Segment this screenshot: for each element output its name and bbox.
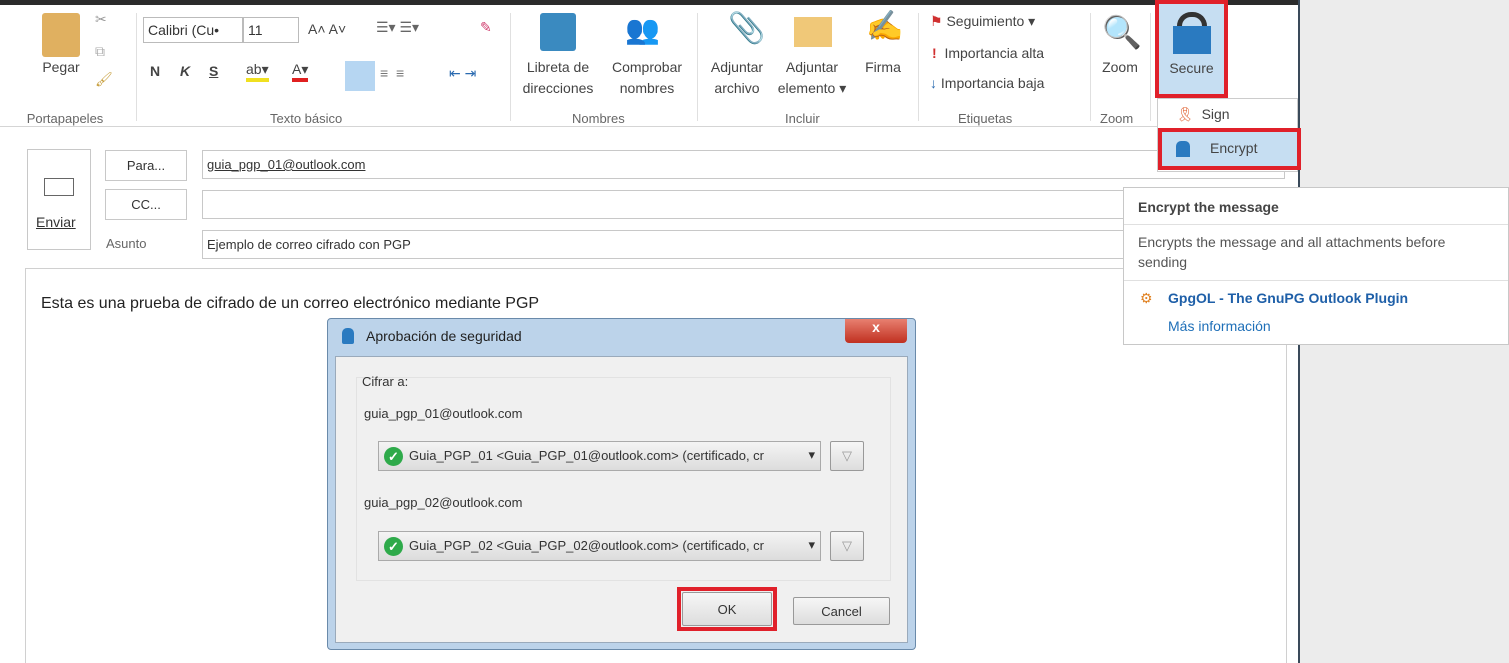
menu-item-sign[interactable]: 🎗 Sign bbox=[1176, 106, 1230, 123]
tooltip-title: Encrypt the message bbox=[1138, 199, 1279, 215]
follow-up-button[interactable]: ⚑ Seguimiento ▾ bbox=[930, 13, 1035, 30]
group-label-include: Incluir bbox=[785, 111, 820, 126]
send-button[interactable]: Enviar bbox=[27, 149, 91, 250]
send-envelope-icon bbox=[44, 178, 74, 196]
lock-icon bbox=[342, 328, 354, 344]
check-icon: ✓ bbox=[384, 537, 403, 556]
security-approval-dialog: Aprobación de seguridad x Cifrar a: guia… bbox=[327, 318, 916, 650]
recipient-email: guia_pgp_01@outlook.com bbox=[364, 406, 523, 421]
address-book-icon[interactable] bbox=[540, 13, 576, 51]
dropdown-arrow-icon: ▾ bbox=[808, 537, 815, 552]
to-button[interactable]: Para... bbox=[105, 150, 187, 181]
signature-icon[interactable]: ✍ bbox=[866, 9, 903, 44]
key-select[interactable]: ✓ Guia_PGP_01 <Guia_PGP_01@outlook.com> (… bbox=[378, 441, 821, 471]
address-book-button[interactable]: Libreta de direcciones bbox=[515, 57, 601, 99]
group-label-tags: Etiquetas bbox=[958, 111, 1013, 126]
subject-label: Asunto bbox=[106, 236, 147, 251]
signature-button[interactable]: Firma bbox=[858, 57, 908, 78]
close-button[interactable]: x bbox=[845, 319, 907, 343]
check-names-icon[interactable]: 👥 bbox=[625, 13, 660, 46]
group-label-clipboard: Portapapeles bbox=[26, 111, 104, 126]
font-family-select[interactable]: Calibri (Cu• bbox=[143, 17, 243, 43]
check-icon: ✓ bbox=[384, 447, 403, 466]
lock-envelope-icon bbox=[1173, 26, 1211, 54]
clear-format-icon[interactable]: ✎ bbox=[480, 19, 492, 36]
attach-item-button[interactable]: Adjuntar elemento ▾ bbox=[772, 57, 852, 99]
font-size-select[interactable]: 11 bbox=[243, 17, 299, 43]
group-label-font: Texto básico bbox=[270, 111, 343, 126]
attach-file-button[interactable]: Adjuntar archivo bbox=[702, 57, 772, 99]
filter-button[interactable]: ▽ bbox=[830, 441, 864, 471]
tooltip-body: Encrypts the message and all attachments… bbox=[1138, 234, 1446, 270]
low-importance-button[interactable]: ↓ Importancia baja bbox=[930, 75, 1044, 91]
align-left-icon[interactable] bbox=[345, 61, 375, 91]
cc-button[interactable]: CC... bbox=[105, 189, 187, 220]
indent-icons[interactable]: ⇤ ⇥ bbox=[449, 65, 476, 82]
key-select[interactable]: ✓ Guia_PGP_02 <Guia_PGP_02@outlook.com> (… bbox=[378, 531, 821, 561]
ribbon-seal-icon: 🎗 bbox=[1176, 106, 1194, 122]
magnifier-icon[interactable]: 🔍 bbox=[1102, 13, 1142, 51]
to-field[interactable]: guia_pgp_01@outlook.com bbox=[202, 150, 1285, 179]
ribbon: Pegar ✂ ⧉ 🖌 Portapapeles Calibri (Cu• 11… bbox=[0, 5, 1298, 127]
envelope-attach-icon[interactable] bbox=[794, 17, 832, 47]
align-icons[interactable]: ≡ ≡ bbox=[380, 65, 404, 81]
zoom-button[interactable]: Zoom bbox=[1094, 57, 1146, 78]
paste-button[interactable]: Pegar bbox=[36, 57, 86, 78]
dropdown-arrow-icon: ▾ bbox=[808, 447, 815, 462]
paste-icon[interactable] bbox=[42, 13, 80, 57]
underline-button[interactable]: S bbox=[209, 63, 218, 79]
lock-icon bbox=[1176, 141, 1190, 157]
grow-font-icon[interactable]: A˄ A˅ bbox=[308, 21, 346, 37]
dialog-title: Aprobación de seguridad bbox=[366, 328, 522, 344]
cut-icon[interactable]: ✂ bbox=[95, 11, 107, 28]
filter-button[interactable]: ▽ bbox=[830, 531, 864, 561]
flag-icon: ⚑ bbox=[930, 13, 943, 29]
ok-button[interactable]: OK bbox=[682, 592, 772, 626]
cancel-button[interactable]: Cancel bbox=[793, 597, 890, 625]
menu-item-encrypt[interactable]: Encrypt bbox=[1158, 128, 1301, 170]
group-label-zoom: Zoom bbox=[1100, 111, 1134, 126]
secure-button[interactable]: Secure bbox=[1155, 0, 1228, 98]
copy-icon[interactable]: ⧉ bbox=[95, 43, 105, 60]
down-arrow-icon: ↓ bbox=[930, 75, 937, 91]
check-names-button[interactable]: Comprobar nombres bbox=[603, 57, 691, 99]
high-importance-button[interactable]: ! Importancia alta bbox=[932, 45, 1044, 61]
bullets-icon[interactable]: ☰▾ ☰▾ bbox=[376, 19, 419, 36]
plugin-icon: ⚙ bbox=[1140, 290, 1153, 306]
italic-button[interactable]: K bbox=[180, 63, 190, 79]
group-label-names: Nombres bbox=[572, 111, 625, 126]
highlight-icon[interactable]: ab▾ bbox=[246, 61, 269, 82]
section-label: Cifrar a: bbox=[362, 374, 409, 389]
bold-button[interactable]: N bbox=[150, 63, 160, 79]
exclamation-icon: ! bbox=[932, 45, 937, 61]
encrypt-tooltip: Encrypt the message Encrypts the message… bbox=[1123, 187, 1509, 345]
format-painter-icon[interactable]: 🖌 bbox=[95, 71, 113, 88]
more-info-link[interactable]: Más información bbox=[1168, 318, 1271, 334]
plugin-link[interactable]: GpgOL - The GnuPG Outlook Plugin bbox=[1168, 290, 1408, 306]
recipient-email: guia_pgp_02@outlook.com bbox=[364, 495, 523, 510]
font-color-icon[interactable]: A▾ bbox=[292, 61, 309, 82]
paperclip-icon[interactable]: 📎 bbox=[728, 11, 765, 46]
